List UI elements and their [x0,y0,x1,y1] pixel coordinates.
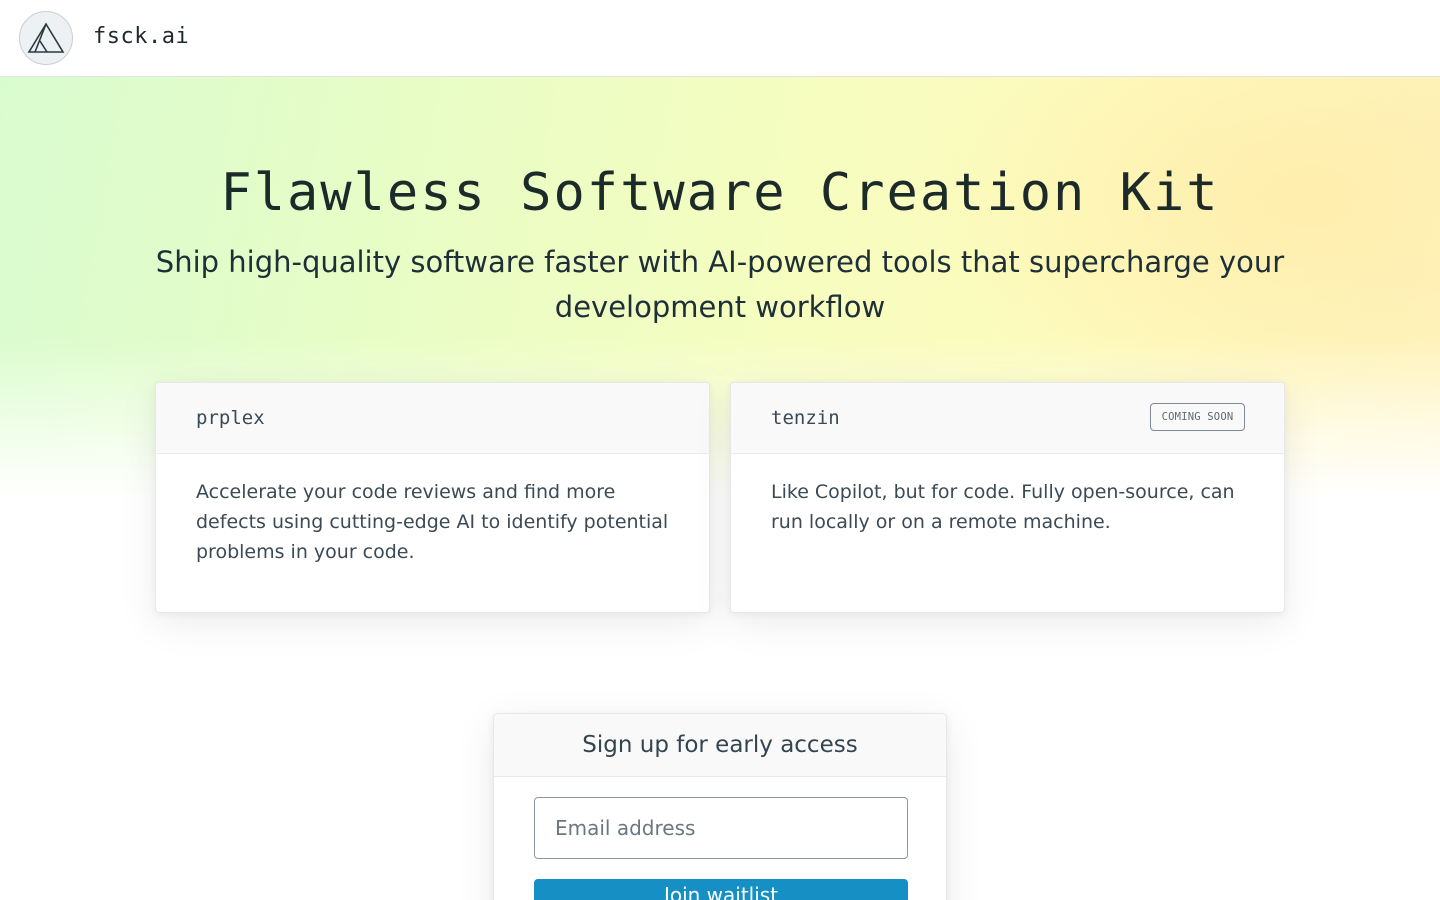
join-waitlist-button[interactable]: Join waitlist [534,879,908,900]
brand-name[interactable]: fsck.ai [93,24,189,49]
product-description: Like Copilot, but for code. Fully open-s… [771,481,1235,533]
product-name: prplex [196,407,265,429]
product-description: Accelerate your code reviews and find mo… [196,481,669,563]
hero-title: Flawless Software Creation Kit [220,163,1220,223]
top-navbar: fsck.ai [0,0,1440,77]
coming-soon-badge: COMING SOON [1150,403,1245,431]
signup-card: Sign up for early access Join waitlist [493,713,947,900]
card-header: tenzin COMING SOON [731,383,1284,454]
hero-subtitle: Ship high-quality software faster with A… [155,245,1285,324]
logo-icon[interactable] [19,11,73,65]
email-field[interactable] [534,797,908,859]
card-header: prplex [156,383,709,454]
page: fsck.ai Flawless Software Creation Kit S… [0,0,1440,900]
signup-title: Sign up for early access [494,714,946,777]
product-card-tenzin: tenzin COMING SOON Like Copilot, but for… [730,382,1285,613]
mountain-triangle-icon [27,22,65,53]
product-name: tenzin [771,407,840,429]
product-card-prplex: prplex Accelerate your code reviews and … [155,382,710,613]
